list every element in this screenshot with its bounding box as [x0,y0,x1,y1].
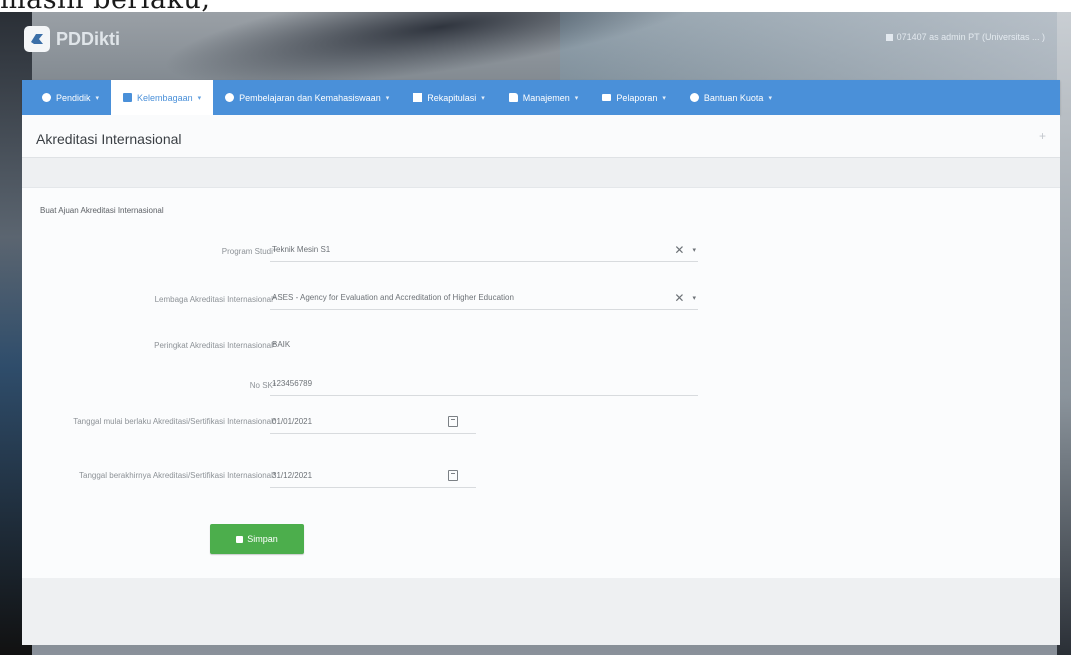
field-label: Program Studi* [221,247,276,256]
chevron-down-icon: ▾ [481,94,485,102]
field-value: ASES - Agency for Evaluation and Accredi… [272,293,514,302]
row-tanggal-mulai: Tanggal mulai berlaku Akreditasi/Sertifi… [22,410,742,444]
main-content: Akreditasi Internasional + Buat Ajuan Ak… [22,115,1060,645]
nav-bantuan-kuota[interactable]: Bantuan Kuota ▾ [678,80,784,115]
peringkat-field: BAIK [270,332,698,356]
nav-rekapitulasi[interactable]: Rekapitulasi ▾ [401,80,497,115]
nav-manajemen[interactable]: Manajemen ▾ [497,80,591,115]
save-icon [236,535,244,543]
nav-label: Manajemen [522,92,570,103]
pddikti-logo-icon [24,26,50,52]
square-icon [413,93,423,102]
tanggal-akhir-input[interactable]: 31/12/2021 [270,464,476,488]
user-info[interactable]: 071407 as admin PT (Universitas ... ) [885,32,1045,42]
app-header: PDDikti 071407 as admin PT (Universitas … [0,12,1071,70]
brand-name: PDDikti [56,28,121,49]
calendar-icon[interactable] [448,416,458,427]
nav-kelembagaan[interactable]: Kelembagaan ▾ [111,80,214,115]
field-value: BAIK [272,339,291,349]
chevron-down-icon: ▾ [574,94,579,102]
field-value: Teknik Mesin S1 [272,245,331,254]
field-label: Lembaga Akreditasi Internasional* [154,295,276,304]
field-label: Peringkat Akreditasi Internasional* [154,341,276,350]
row-lembaga: Lembaga Akreditasi Internasional* ASES -… [22,286,742,320]
field-label: No SK* [249,381,276,390]
nav-pembelajaran[interactable]: Pembelajaran dan Kemahasiswaan ▾ [213,80,401,115]
user-icon [42,93,51,102]
field-value: 31/12/2021 [272,471,313,480]
lembaga-select[interactable]: ASES - Agency for Evaluation and Accredi… [270,286,698,310]
calendar-icon[interactable] [448,470,458,481]
form-card: Buat Ajuan Akreditasi Internasional Prog… [22,187,1060,578]
program-studi-select[interactable]: Teknik Mesin S1 ✕ ▾ [270,238,698,262]
clear-icon[interactable]: ✕ [674,291,684,305]
chevron-down-icon: ▾ [768,94,772,102]
tanggal-mulai-input[interactable]: 01/01/2021 [270,410,476,434]
field-value: 123456789 [272,379,313,388]
main-navbar: Pendidik ▾ Kelembagaan ▾ Pembelajaran da… [22,80,1060,115]
calendar-icon [123,93,133,102]
background-photo: PDDikti 071407 as admin PT (Universitas … [0,12,1071,655]
field-value: 01/01/2021 [272,417,313,426]
nav-pelaporan[interactable]: Pelaporan ▾ [590,80,678,115]
no-sk-input[interactable]: 123456789 [270,372,698,396]
nav-label: Pembelajaran dan Kemahasiswaan [239,92,381,103]
title-card: Akreditasi Internasional + [22,115,1060,158]
clear-icon[interactable]: ✕ [674,243,684,257]
row-tanggal-akhir: Tanggal berakhirnya Akreditasi/Sertifika… [22,464,742,498]
save-label: Simpan [247,534,278,544]
brand[interactable]: PDDikti [24,26,120,52]
row-peringkat: Peringkat Akreditasi Internasional* BAIK [22,332,742,366]
row-no-sk: No SK* 123456789 [22,372,742,406]
save-button[interactable]: Simpan [210,524,304,554]
page-title: Akreditasi Internasional [36,131,182,147]
field-label: Tanggal mulai berlaku Akreditasi/Sertifi… [73,417,276,426]
file-icon [508,93,518,102]
chevron-down-icon: ▾ [662,94,666,102]
chevron-down-icon: ▾ [95,94,100,102]
nav-pendidik[interactable]: Pendidik ▾ [30,80,111,115]
folder-icon [602,94,612,101]
nav-label: Pelaporan [616,92,658,103]
chevron-down-icon: ▾ [197,94,202,102]
nav-label: Pendidik [56,92,91,103]
nav-label: Bantuan Kuota [703,92,764,103]
chevron-down-icon[interactable]: ▾ [692,294,696,302]
user-icon [225,93,235,102]
user-badge-icon [885,33,893,41]
user-info-text: 071407 as admin PT (Universitas ... ) [896,32,1045,42]
nav-label: Rekapitulasi [427,92,477,103]
nav-label: Kelembagaan [137,92,193,103]
field-label: Tanggal berakhirnya Akreditasi/Sertifika… [79,471,276,480]
chevron-down-icon[interactable]: ▾ [692,246,696,254]
plus-icon[interactable]: + [1039,129,1046,143]
chevron-down-icon: ▾ [385,94,390,102]
row-program-studi: Program Studi* Teknik Mesin S1 ✕ ▾ [22,238,742,272]
user-icon [689,93,699,102]
form-heading: Buat Ajuan Akreditasi Internasional [40,206,164,215]
